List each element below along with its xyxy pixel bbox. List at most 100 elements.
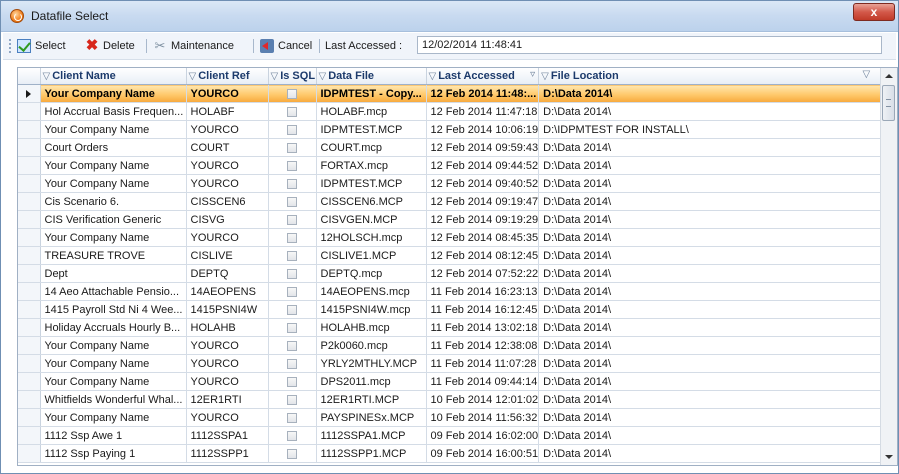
cell-is-sql[interactable] — [268, 156, 317, 175]
cell-data-file[interactable]: 14AEOPENS.mcp — [316, 282, 427, 301]
row-indicator[interactable] — [18, 228, 41, 247]
cell-last-accessed[interactable]: 11 Feb 2014 09:44:14 — [426, 372, 540, 391]
cell-data-file[interactable]: 1415PSNI4W.mcp — [316, 300, 427, 319]
cell-client-ref[interactable]: YOURCO — [186, 120, 269, 139]
table-row[interactable]: 1415 Payroll Std Ni 4 Wee... 1415PSNI4W 14… — [18, 300, 894, 319]
table-row[interactable]: Court Orders COURT COURT.mcp 12 Feb 2014 09… — [18, 138, 894, 157]
row-indicator[interactable] — [18, 156, 41, 175]
sort-icon[interactable]: ▿ — [530, 69, 535, 80]
table-row[interactable]: Whitfields Wonderful Whal... 12ER1RTI 12ER… — [18, 390, 894, 409]
cell-is-sql[interactable] — [268, 246, 317, 265]
cell-file-location[interactable]: D:\IDPMTEST FOR INSTALL\ — [538, 120, 894, 139]
cell-is-sql[interactable] — [268, 336, 317, 355]
select-button[interactable]: Select — [17, 38, 66, 54]
row-indicator[interactable] — [18, 408, 41, 427]
cell-client-name[interactable]: 1112 Ssp Awe 1 — [40, 426, 187, 445]
cell-last-accessed[interactable]: 12 Feb 2014 07:52:22 — [426, 264, 540, 283]
cell-last-accessed[interactable]: 12 Feb 2014 08:45:35 — [426, 228, 540, 247]
cell-client-name[interactable]: CIS Verification Generic — [40, 210, 187, 229]
cell-client-name[interactable]: 14 Aeo Attachable Pensio... — [40, 282, 187, 301]
table-row[interactable]: 1112 Ssp Paying 1 1112SSPP1 1112SSPP1.MCP 0… — [18, 444, 894, 463]
filter-icon[interactable]: ▽ — [43, 71, 51, 82]
row-indicator[interactable] — [18, 444, 41, 463]
table-row[interactable]: Cis Scenario 6. CISSCEN6 CISSCEN6.MCP 12 Fe… — [18, 192, 894, 211]
cell-client-name[interactable]: 1112 Ssp Paying 1 — [40, 444, 187, 463]
cell-is-sql[interactable] — [268, 138, 317, 157]
cell-data-file[interactable]: CISLIVE1.MCP — [316, 246, 427, 265]
cell-data-file[interactable]: P2k0060.mcp — [316, 336, 427, 355]
row-indicator[interactable] — [18, 174, 41, 193]
cell-file-location[interactable]: D:\Data 2014\ — [538, 192, 894, 211]
row-indicator[interactable] — [18, 138, 41, 157]
cell-last-accessed[interactable]: 12 Feb 2014 09:44:52 — [426, 156, 540, 175]
table-row[interactable]: Dept DEPTQ DEPTQ.mcp 12 Feb 2014 07:52:22 D:… — [18, 264, 894, 283]
cell-client-name[interactable]: Court Orders — [40, 138, 187, 157]
cell-file-location[interactable]: D:\Data 2014\ — [538, 156, 894, 175]
row-indicator[interactable] — [18, 264, 41, 283]
cell-client-name[interactable]: Hol Accrual Basis Frequen... — [40, 102, 187, 121]
cell-client-name[interactable]: Your Company Name — [40, 156, 187, 175]
cell-file-location[interactable]: D:\Data 2014\ — [538, 426, 894, 445]
table-row[interactable]: 1112 Ssp Awe 1 1112SSPA1 1112SSPA1.MCP 09 F… — [18, 426, 894, 445]
cell-last-accessed[interactable]: 11 Feb 2014 16:12:45 — [426, 300, 540, 319]
filter-icon[interactable]: ▽ — [319, 71, 327, 82]
cell-client-ref[interactable]: YOURCO — [186, 354, 269, 373]
delete-button[interactable]: ✖ Delete — [85, 38, 135, 54]
cell-file-location[interactable]: D:\Data 2014\ — [538, 282, 894, 301]
cell-last-accessed[interactable]: 12 Feb 2014 11:48:... — [426, 84, 540, 103]
cell-client-ref[interactable]: YOURCO — [186, 408, 269, 427]
cell-client-ref[interactable]: YOURCO — [186, 372, 269, 391]
cell-is-sql[interactable] — [268, 372, 317, 391]
cell-data-file[interactable]: HOLAHB.mcp — [316, 318, 427, 337]
cell-file-location[interactable]: D:\Data 2014\ — [538, 174, 894, 193]
cell-data-file[interactable]: IDPMTEST - Copy... — [316, 84, 427, 103]
table-row[interactable]: Your Company Name YOURCO 12HOLSCH.mcp 12 Fe… — [18, 228, 894, 247]
cell-data-file[interactable]: 1112SSPP1.MCP — [316, 444, 427, 463]
cell-is-sql[interactable] — [268, 318, 317, 337]
vertical-scrollbar[interactable] — [880, 68, 897, 465]
cell-client-ref[interactable]: CISLIVE — [186, 246, 269, 265]
cell-client-name[interactable]: Your Company Name — [40, 120, 187, 139]
cell-client-name[interactable]: Your Company Name — [40, 354, 187, 373]
table-row[interactable]: Your Company Name YOURCO FORTAX.mcp 12 Feb … — [18, 156, 894, 175]
cell-last-accessed[interactable]: 09 Feb 2014 16:00:51 — [426, 444, 540, 463]
cell-file-location[interactable]: D:\Data 2014\ — [538, 84, 894, 103]
cell-is-sql[interactable] — [268, 192, 317, 211]
cell-last-accessed[interactable]: 11 Feb 2014 16:23:13 — [426, 282, 540, 301]
cell-data-file[interactable]: YRLY2MTHLY.MCP — [316, 354, 427, 373]
cell-last-accessed[interactable]: 10 Feb 2014 12:01:02 — [426, 390, 540, 409]
row-indicator[interactable] — [18, 120, 41, 139]
column-header-file-location[interactable]: ▽ File Location ▽ — [538, 68, 894, 85]
table-row[interactable]: Your Company Name YOURCO IDPMTEST.MCP 12 Fe… — [18, 174, 894, 193]
cell-client-name[interactable]: Your Company Name — [40, 174, 187, 193]
cell-client-ref[interactable]: YOURCO — [186, 336, 269, 355]
cell-data-file[interactable]: COURT.mcp — [316, 138, 427, 157]
scroll-down-arrow-icon[interactable] — [881, 449, 897, 465]
filter-icon[interactable]: ▽ — [862, 69, 870, 80]
cell-client-name[interactable]: Whitfields Wonderful Whal... — [40, 390, 187, 409]
cell-data-file[interactable]: PAYSPINESx.MCP — [316, 408, 427, 427]
cell-is-sql[interactable] — [268, 102, 317, 121]
table-row[interactable]: Your Company Name YOURCO P2k0060.mcp 11 Feb… — [18, 336, 894, 355]
row-indicator[interactable] — [18, 390, 41, 409]
cell-data-file[interactable]: HOLABF.mcp — [316, 102, 427, 121]
maintenance-button[interactable]: ✂ Maintenance — [153, 38, 234, 54]
table-row[interactable]: Your Company Name YOURCO IDPMTEST - Copy..… — [18, 84, 894, 103]
cell-client-name[interactable]: Cis Scenario 6. — [40, 192, 187, 211]
cell-is-sql[interactable] — [268, 390, 317, 409]
cell-last-accessed[interactable]: 12 Feb 2014 11:47:18 — [426, 102, 540, 121]
column-header-last-accessed[interactable]: ▽ Last Accessed ▿ — [426, 68, 540, 85]
row-indicator[interactable] — [18, 336, 41, 355]
cell-file-location[interactable]: D:\Data 2014\ — [538, 372, 894, 391]
cell-is-sql[interactable] — [268, 264, 317, 283]
cell-last-accessed[interactable]: 12 Feb 2014 09:59:43 — [426, 138, 540, 157]
cell-is-sql[interactable] — [268, 282, 317, 301]
row-indicator[interactable] — [18, 84, 41, 103]
cell-is-sql[interactable] — [268, 444, 317, 463]
cell-data-file[interactable]: DEPTQ.mcp — [316, 264, 427, 283]
cell-client-ref[interactable]: CISSCEN6 — [186, 192, 269, 211]
table-row[interactable]: CIS Verification Generic CISVG CISVGEN.MCP… — [18, 210, 894, 229]
table-row[interactable]: TREASURE TROVE CISLIVE CISLIVE1.MCP 12 Feb … — [18, 246, 894, 265]
cell-data-file[interactable]: CISSCEN6.MCP — [316, 192, 427, 211]
column-header-is-sql[interactable]: ▽ Is SQL — [268, 68, 317, 85]
